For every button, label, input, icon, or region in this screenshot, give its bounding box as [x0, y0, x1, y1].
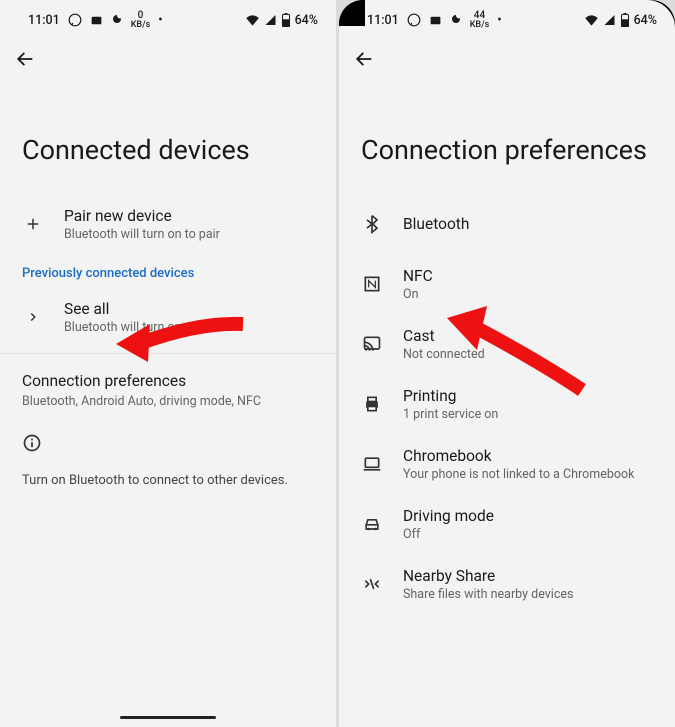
plus-icon [24, 215, 42, 233]
status-bar: 11:01 44KB/s • 64% [339, 0, 675, 34]
chevron-right-icon [26, 310, 40, 324]
pref-label: Printing [403, 387, 653, 405]
status-time: 11:01 [28, 13, 60, 28]
bluetooth-icon [362, 214, 382, 234]
back-button[interactable] [339, 34, 675, 78]
pref-sub: On [403, 287, 653, 302]
pref-sub: Off [403, 527, 653, 542]
message-icon [90, 14, 103, 27]
dot-icon: • [158, 13, 162, 28]
net-speed: 0KB/s [131, 11, 151, 30]
battery-icon [281, 13, 291, 27]
driving-mode-icon [362, 514, 382, 534]
pref-sub: Not connected [403, 347, 653, 362]
see-all-label: See all [64, 300, 314, 318]
nearby-share-icon [362, 574, 382, 594]
back-arrow-icon [14, 48, 36, 70]
gesture-bar [120, 716, 216, 720]
dot-icon: • [497, 13, 501, 28]
screen-connected-devices: 11:01 0KB/s • 64% Connected devices Pair… [0, 0, 336, 727]
status-bar: 11:01 0KB/s • 64% [0, 0, 336, 34]
pref-row-printing[interactable]: Printing 1 print service on [339, 374, 675, 434]
see-all-row[interactable]: See all Bluetooth will turn on [0, 287, 336, 347]
pref-row-nfc[interactable]: NFC On [339, 254, 675, 314]
pref-label: Bluetooth [403, 215, 653, 233]
status-time: 11:01 [367, 13, 399, 28]
pref-row-bluetooth[interactable]: Bluetooth [339, 194, 675, 254]
pref-label: Chromebook [403, 447, 653, 465]
pref-row-chromebook[interactable]: Chromebook Your phone is not linked to a … [339, 434, 675, 494]
pref-row-cast[interactable]: Cast Not connected [339, 314, 675, 374]
pair-sub: Bluetooth will turn on to pair [64, 227, 314, 242]
whatsapp-icon [407, 13, 421, 27]
battery-icon [620, 13, 630, 27]
page-title: Connection preferences [339, 78, 675, 194]
back-arrow-icon [353, 48, 375, 70]
whatsapp-icon [68, 13, 82, 27]
chromebook-icon [362, 454, 382, 474]
cast-icon [362, 334, 382, 354]
signal-icon [264, 14, 277, 26]
conn-pref-sub: Bluetooth, Android Auto, driving mode, N… [22, 394, 314, 409]
battery-pct: 64% [634, 13, 657, 28]
pref-label: Driving mode [403, 507, 653, 525]
pair-label: Pair new device [64, 207, 314, 225]
info-icon [22, 433, 42, 453]
wifi-icon [584, 14, 599, 26]
back-button[interactable] [0, 34, 336, 78]
signal-icon [603, 14, 616, 26]
pref-sub: 1 print service on [403, 407, 653, 422]
connection-preferences-row[interactable]: Connection preferences Bluetooth, Androi… [0, 354, 336, 415]
nfc-icon [362, 274, 382, 294]
pref-row-nearby-share[interactable]: Nearby Share Share files with nearby devi… [339, 554, 675, 614]
printing-icon [362, 394, 382, 414]
pref-sub: Share files with nearby devices [403, 587, 653, 602]
info-text: Turn on Bluetooth to connect to other de… [22, 473, 314, 488]
wifi-icon [245, 14, 260, 26]
dnd-icon [111, 14, 123, 26]
message-icon [429, 14, 442, 27]
net-speed: 44KB/s [470, 11, 490, 30]
pair-new-device-row[interactable]: Pair new device Bluetooth will turn on t… [0, 194, 336, 254]
pref-row-driving-mode[interactable]: Driving mode Off [339, 494, 675, 554]
pref-label: Cast [403, 327, 653, 345]
see-all-sub: Bluetooth will turn on [64, 320, 314, 335]
previously-connected-label: Previously connected devices [0, 254, 336, 287]
dnd-icon [450, 14, 462, 26]
screen-connection-preferences: 11:01 44KB/s • 64% Connection preference… [339, 0, 675, 727]
conn-pref-title: Connection preferences [22, 372, 314, 390]
pref-label: NFC [403, 267, 653, 285]
pref-sub: Your phone is not linked to a Chromebook [403, 467, 653, 482]
battery-pct: 64% [295, 13, 318, 28]
info-block: Turn on Bluetooth to connect to other de… [0, 415, 336, 506]
pref-label: Nearby Share [403, 567, 653, 585]
page-title: Connected devices [0, 78, 336, 194]
